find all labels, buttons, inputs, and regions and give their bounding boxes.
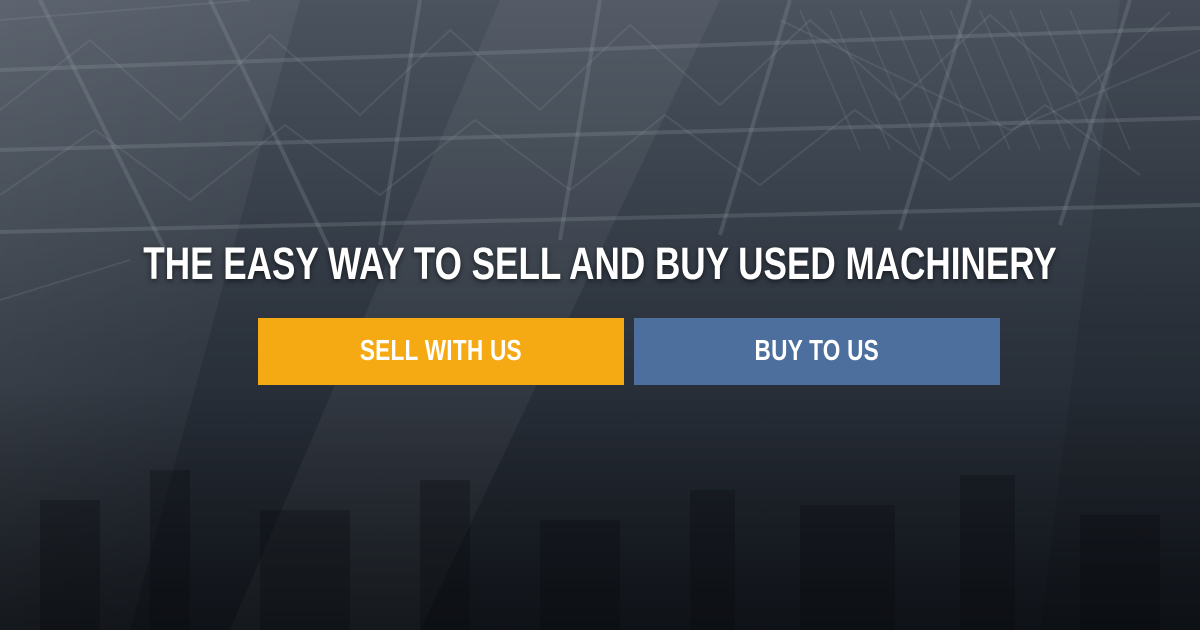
cta-button-group: SELL WITH US BUY TO US xyxy=(258,318,1000,385)
buy-to-us-label: BUY TO US xyxy=(754,335,880,367)
warehouse-roof-background xyxy=(0,0,1200,630)
hero-banner: THE EASY WAY TO SELL AND BUY USED MACHIN… xyxy=(0,0,1200,630)
sell-with-us-button[interactable]: SELL WITH US xyxy=(258,318,624,385)
sell-with-us-label: SELL WITH US xyxy=(360,335,522,367)
buy-to-us-button[interactable]: BUY TO US xyxy=(634,318,1000,385)
hero-headline: THE EASY WAY TO SELL AND BUY USED MACHIN… xyxy=(143,238,1057,289)
